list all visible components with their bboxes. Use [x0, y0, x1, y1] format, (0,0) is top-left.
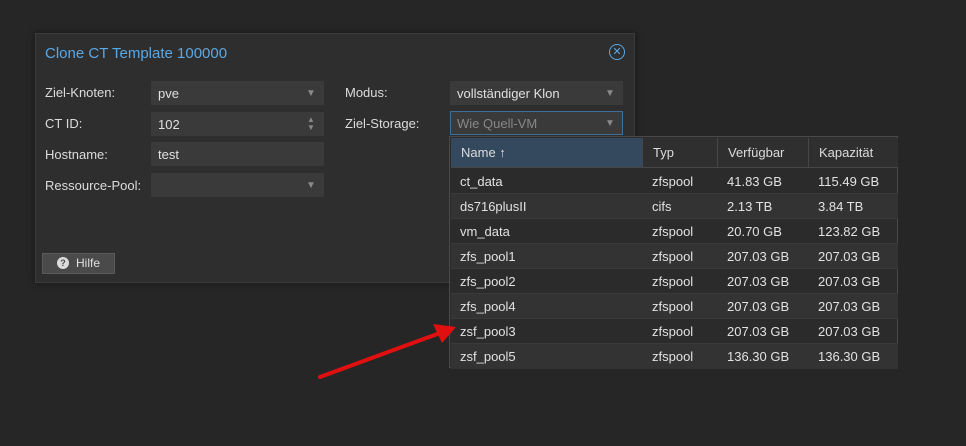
modus-value: vollständiger Klon [457, 86, 560, 101]
help-button-label: Hilfe [76, 256, 101, 270]
storage-row[interactable]: zfs_pool1 zfspool 207.03 GB 207.03 GB [451, 244, 898, 269]
storage-capacity: 207.03 GB [818, 249, 881, 264]
storage-name: vm_data [460, 224, 510, 239]
storage-available: 207.03 GB [727, 274, 790, 289]
storage-type: zfspool [652, 324, 694, 339]
storage-type: cifs [652, 199, 672, 214]
storage-type: zfspool [652, 249, 694, 264]
hostname-input[interactable]: test [151, 142, 324, 166]
chevron-down-icon[interactable]: ▼ [604, 82, 616, 105]
storage-name: ct_data [460, 174, 503, 189]
ressource-pool-label: Ressource-Pool: [45, 178, 142, 193]
chevron-down-icon[interactable]: ▼ [305, 174, 317, 197]
ziel-storage-label: Ziel-Storage: [345, 116, 420, 131]
storage-available: 207.03 GB [727, 299, 790, 314]
ziel-knoten-label: Ziel-Knoten: [45, 85, 116, 100]
storage-type: zfspool [652, 174, 694, 189]
ziel-storage-select[interactable]: Wie Quell-VM ▼ [450, 111, 623, 135]
storage-row[interactable]: zfs_pool2 zfspool 207.03 GB 207.03 GB [451, 269, 898, 294]
storage-type: zfspool [652, 224, 694, 239]
storage-name: zfs_pool4 [460, 299, 516, 314]
ziel-knoten-select[interactable]: pve ▼ [151, 81, 324, 105]
chevron-down-icon[interactable]: ▼ [305, 82, 317, 105]
column-verfuegbar[interactable]: Verfügbar [718, 138, 809, 167]
storage-available: 20.70 GB [727, 224, 782, 239]
chevron-down-icon[interactable]: ▼ [604, 112, 616, 135]
spinner-icon[interactable]: ▲ ▼ [305, 116, 317, 132]
storage-row[interactable]: vm_data zfspool 20.70 GB 123.82 GB [451, 219, 898, 244]
hostname-value: test [158, 147, 179, 162]
storage-name: ds716plusII [460, 199, 527, 214]
storage-capacity: 115.49 GB [818, 174, 880, 189]
ressource-pool-select[interactable]: ▼ [151, 173, 324, 197]
storage-capacity: 3.84 TB [818, 199, 864, 214]
storage-capacity: 123.82 GB [818, 224, 881, 239]
storage-capacity: 136.30 GB [818, 349, 881, 364]
storage-available: 41.83 GB [727, 174, 782, 189]
hostname-label: Hostname: [45, 147, 108, 162]
storage-row[interactable]: ct_data zfspool 41.83 GB 115.49 GB [451, 169, 898, 194]
ct-id-input[interactable]: 102 ▲ ▼ [151, 112, 324, 136]
ziel-knoten-value: pve [158, 86, 179, 101]
storage-row[interactable]: zsf_pool3 zfspool 207.03 GB 207.03 GB [451, 319, 898, 344]
storage-grid-header: Name ↑ Typ Verfügbar Kapazität [451, 138, 898, 168]
storage-row[interactable]: zfs_pool4 zfspool 207.03 GB 207.03 GB [451, 294, 898, 319]
storage-available: 2.13 TB [727, 199, 773, 214]
column-kapazitaet[interactable]: Kapazität [809, 138, 898, 167]
storage-name: zsf_pool3 [460, 324, 516, 339]
help-button[interactable]: ? Hilfe [42, 253, 115, 274]
storage-name: zsf_pool5 [460, 349, 516, 364]
storage-dropdown: Name ↑ Typ Verfügbar Kapazität ct_data z… [449, 136, 898, 369]
column-typ[interactable]: Typ [643, 138, 718, 167]
storage-capacity: 207.03 GB [818, 324, 881, 339]
ct-id-value: 102 [158, 117, 180, 132]
storage-type: zfspool [652, 349, 694, 364]
storage-name: zfs_pool2 [460, 274, 516, 289]
question-circle-icon: ? [57, 257, 69, 269]
storage-available: 207.03 GB [727, 249, 790, 264]
column-name[interactable]: Name ↑ [451, 138, 643, 167]
close-icon[interactable]: ✕ [609, 44, 625, 60]
storage-row[interactable]: ds716plusII cifs 2.13 TB 3.84 TB [451, 194, 898, 219]
ziel-storage-value: Wie Quell-VM [457, 116, 538, 131]
modus-select[interactable]: vollständiger Klon ▼ [450, 81, 623, 105]
storage-available: 207.03 GB [727, 324, 790, 339]
dialog-title: Clone CT Template 100000 [45, 45, 228, 62]
storage-capacity: 207.03 GB [818, 274, 881, 289]
storage-capacity: 207.03 GB [818, 299, 881, 314]
ct-id-label: CT ID: [45, 116, 83, 131]
storage-type: zfspool [652, 299, 694, 314]
storage-available: 136.30 GB [727, 349, 790, 364]
storage-row[interactable]: zsf_pool5 zfspool 136.30 GB 136.30 GB [451, 344, 898, 369]
storage-type: zfspool [652, 274, 694, 289]
modus-label: Modus: [345, 85, 388, 100]
storage-name: zfs_pool1 [460, 249, 516, 264]
